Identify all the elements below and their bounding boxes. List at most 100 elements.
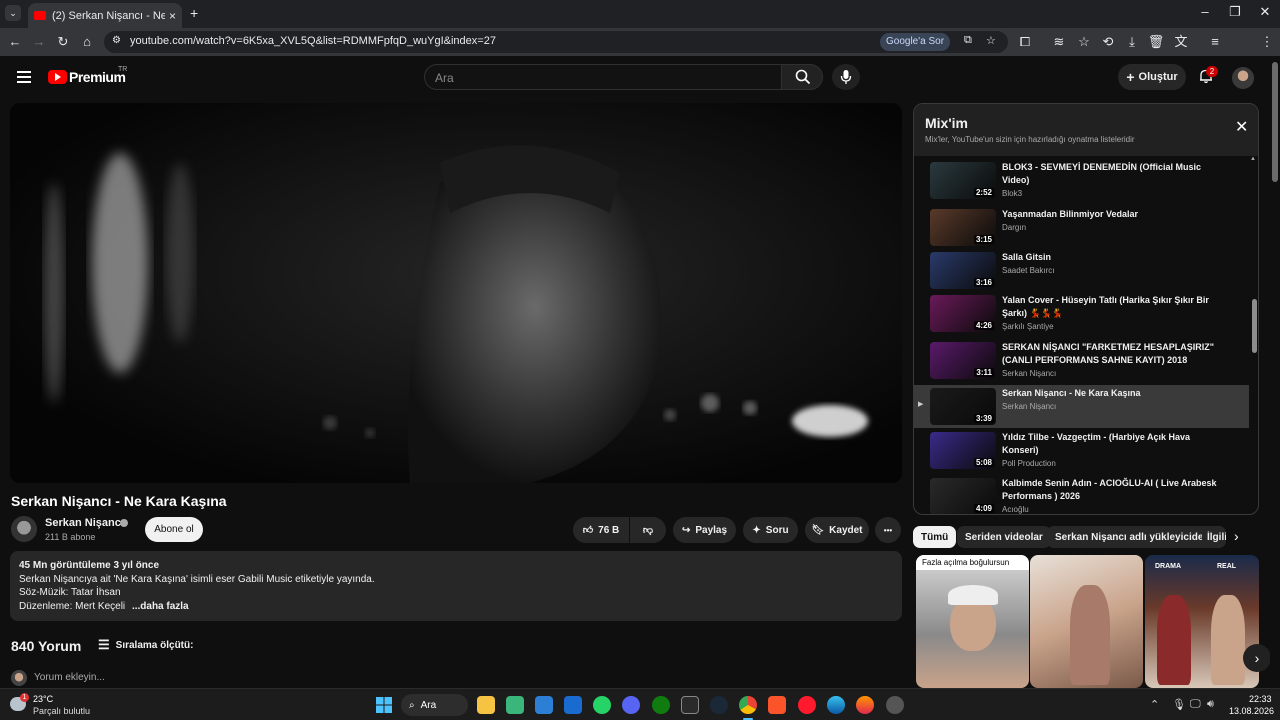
app-icon[interactable] — [506, 696, 524, 714]
page-scrollbar[interactable] — [1270, 56, 1280, 688]
mix-item-thumbnail: 5:08 — [930, 432, 996, 469]
brave-icon[interactable] — [768, 696, 786, 714]
mix-item[interactable]: 2:52 BLOK3 - SEVMEYİ DENEMEDİN (Official … — [914, 159, 1249, 202]
hamburger-menu-icon[interactable] — [17, 71, 31, 83]
clock-date[interactable]: 13.08.2026 — [1229, 706, 1274, 716]
mix-item[interactable]: 4:09 Kalbimde Senin Adın - ACIOĞLU-AI ( L… — [914, 475, 1249, 514]
description-box[interactable]: 45 Mn görüntüleme 3 yıl önce Serkan Nişa… — [10, 551, 902, 621]
youtube-logo-icon[interactable] — [48, 70, 67, 84]
channel-avatar[interactable] — [11, 516, 37, 542]
translate-icon[interactable]: 文 — [1172, 33, 1190, 51]
subscribe-button[interactable]: Abone ol — [145, 517, 203, 542]
xbox-icon[interactable] — [652, 696, 670, 714]
network-icon[interactable]: 🖵 — [1190, 698, 1201, 711]
search-button[interactable] — [781, 64, 823, 90]
tab-search-button[interactable]: ⌄ — [5, 5, 21, 21]
sort-button[interactable]: ☰ Sıralama ölçütü: — [98, 637, 193, 653]
more-actions-button[interactable]: ••• — [875, 517, 901, 543]
back-icon[interactable]: ← — [6, 33, 24, 51]
discord-icon[interactable] — [622, 696, 640, 714]
mix-close-icon[interactable]: ✕ — [1235, 120, 1248, 136]
mix-item[interactable]: 5:08 Yıldız Tilbe - Vazgeçtim - (Harbiye … — [914, 429, 1249, 472]
comment-input[interactable]: Yorum ekleyin... — [34, 672, 105, 683]
channel-name[interactable]: Serkan Nişancı — [45, 517, 124, 529]
download-icon[interactable]: ⤓ — [1123, 33, 1141, 51]
create-button[interactable]: + Oluştur — [1118, 64, 1186, 90]
settings-gear-icon[interactable] — [886, 696, 904, 714]
scroll-up-icon[interactable]: ▲ — [1250, 156, 1256, 162]
chip-series[interactable]: Seriden videolar — [957, 526, 1051, 548]
bookmark-star-icon[interactable]: ☆ — [986, 34, 996, 47]
account-avatar[interactable] — [1232, 67, 1254, 89]
video-frame — [10, 103, 902, 483]
search-box[interactable] — [424, 64, 782, 90]
mix-item[interactable]: 3:15 Yaşanmadan Bilinmiyor Vedalar Dargın — [914, 206, 1249, 249]
file-explorer-icon[interactable] — [477, 696, 495, 714]
mix-item-channel: Acıoğlu — [1002, 505, 1029, 514]
show-more-link[interactable]: ...daha fazla — [132, 601, 189, 612]
browser-tab[interactable]: (2) Serkan Nişancı - Ne Kara Kaşına × — [28, 3, 182, 28]
tab-close-icon[interactable]: × — [169, 9, 176, 23]
share-button[interactable]: ↪ Paylaş — [673, 517, 736, 543]
mic-icon[interactable]: 🎙︎ — [1172, 698, 1186, 711]
firefox-icon[interactable] — [856, 696, 874, 714]
page-scrollbar-thumb[interactable] — [1272, 62, 1278, 182]
mix-item[interactable]: 3:16 Salla Gitsin Saadet Bakırcı — [914, 249, 1249, 292]
mix-item[interactable]: ▶ 3:39 Serkan Nişancı - Ne Kara Kaşına Serk… — [914, 385, 1249, 428]
taskbar-search[interactable]: ⌕ Ara — [401, 694, 468, 716]
google-ask-button[interactable]: Google'a Sor — [880, 33, 951, 51]
home-icon[interactable]: ⌂ — [78, 33, 96, 51]
edge-icon[interactable] — [827, 696, 845, 714]
bookmarks-icon[interactable]: ☆ — [1075, 33, 1093, 51]
chrome-icon[interactable] — [739, 696, 757, 714]
chip-related[interactable]: İlgili — [1202, 526, 1226, 548]
weather-temperature[interactable]: 23°C — [33, 694, 53, 704]
tray-overflow-icon[interactable]: ⌃ — [1150, 698, 1159, 711]
dislike-button[interactable]: 👎︎ — [630, 517, 666, 543]
menu-icon[interactable]: ⋮ — [1258, 33, 1276, 51]
short-thumbnail[interactable] — [1030, 555, 1143, 688]
chip-all[interactable]: Tümü — [913, 526, 957, 548]
minimize-icon[interactable]: – — [1190, 4, 1220, 19]
mix-item-thumbnail: 3:16 — [930, 252, 996, 289]
reload-icon[interactable]: ↻ — [54, 33, 72, 51]
site-info-icon[interactable]: ⚙ — [112, 35, 121, 46]
clock-time[interactable]: 22:33 — [1249, 694, 1272, 704]
voice-search-button[interactable] — [832, 64, 860, 90]
short-thumbnail[interactable]: Fazla açılma boğulursun — [916, 555, 1029, 688]
history-icon[interactable]: ⟲ — [1099, 33, 1117, 51]
extensions-icon[interactable]: ⧠ — [1016, 33, 1034, 51]
install-icon[interactable]: ⧉ — [964, 34, 972, 47]
chip-uploader[interactable]: Serkan Nişancı adlı yükleyiciden — [1047, 526, 1218, 548]
restore-icon[interactable]: ❐ — [1220, 4, 1250, 20]
mix-item[interactable]: 3:11 SERKAN NİŞANCI "FARKETMEZ HESAPLAŞIR… — [914, 339, 1249, 382]
tab-list-icon[interactable]: ≡ — [1206, 33, 1224, 51]
mix-playlist-panel: Mix'im Mix'ler, YouTube'un sizin için ha… — [913, 103, 1259, 515]
address-bar[interactable]: ⚙ youtube.com/watch?v=6K5xa_XVL5Q&list=R… — [104, 31, 1008, 53]
search-input[interactable] — [435, 71, 735, 85]
reading-mode-icon[interactable]: ≋ — [1050, 33, 1068, 51]
outlook-icon[interactable] — [564, 696, 582, 714]
youtube-header: Premium TR + Oluştur 2 — [0, 56, 1270, 100]
mix-item[interactable]: 4:26 Yalan Cover - Hüseyin Tatlı (Harika … — [914, 292, 1249, 335]
epic-games-icon[interactable] — [681, 696, 699, 714]
shorts-next-icon[interactable]: › — [1243, 644, 1271, 672]
steam-icon[interactable] — [710, 696, 728, 714]
mix-scrollbar[interactable] — [1252, 299, 1257, 353]
window-close-icon[interactable]: ✕ — [1250, 4, 1280, 20]
chip-next-icon[interactable]: › — [1234, 528, 1239, 544]
trash-icon[interactable]: 🗑 — [1147, 33, 1165, 51]
windows-start-icon[interactable] — [376, 697, 392, 713]
video-player[interactable] — [10, 103, 902, 483]
like-button[interactable]: 👍︎ 76 B — [573, 517, 629, 543]
store-icon[interactable] — [535, 696, 553, 714]
logo-text[interactable]: Premium — [69, 69, 126, 85]
opera-icon[interactable] — [798, 696, 816, 714]
volume-icon[interactable]: 🔊︎ — [1207, 698, 1214, 711]
whatsapp-icon[interactable] — [593, 696, 611, 714]
new-tab-button[interactable]: + — [190, 5, 198, 21]
save-button[interactable]: 🔖︎ Kaydet — [805, 517, 869, 543]
forward-icon[interactable]: → — [30, 33, 48, 51]
ask-button[interactable]: ✦ Soru — [743, 517, 798, 543]
short-thumbnail[interactable]: DRAMA REAL — [1145, 555, 1259, 688]
